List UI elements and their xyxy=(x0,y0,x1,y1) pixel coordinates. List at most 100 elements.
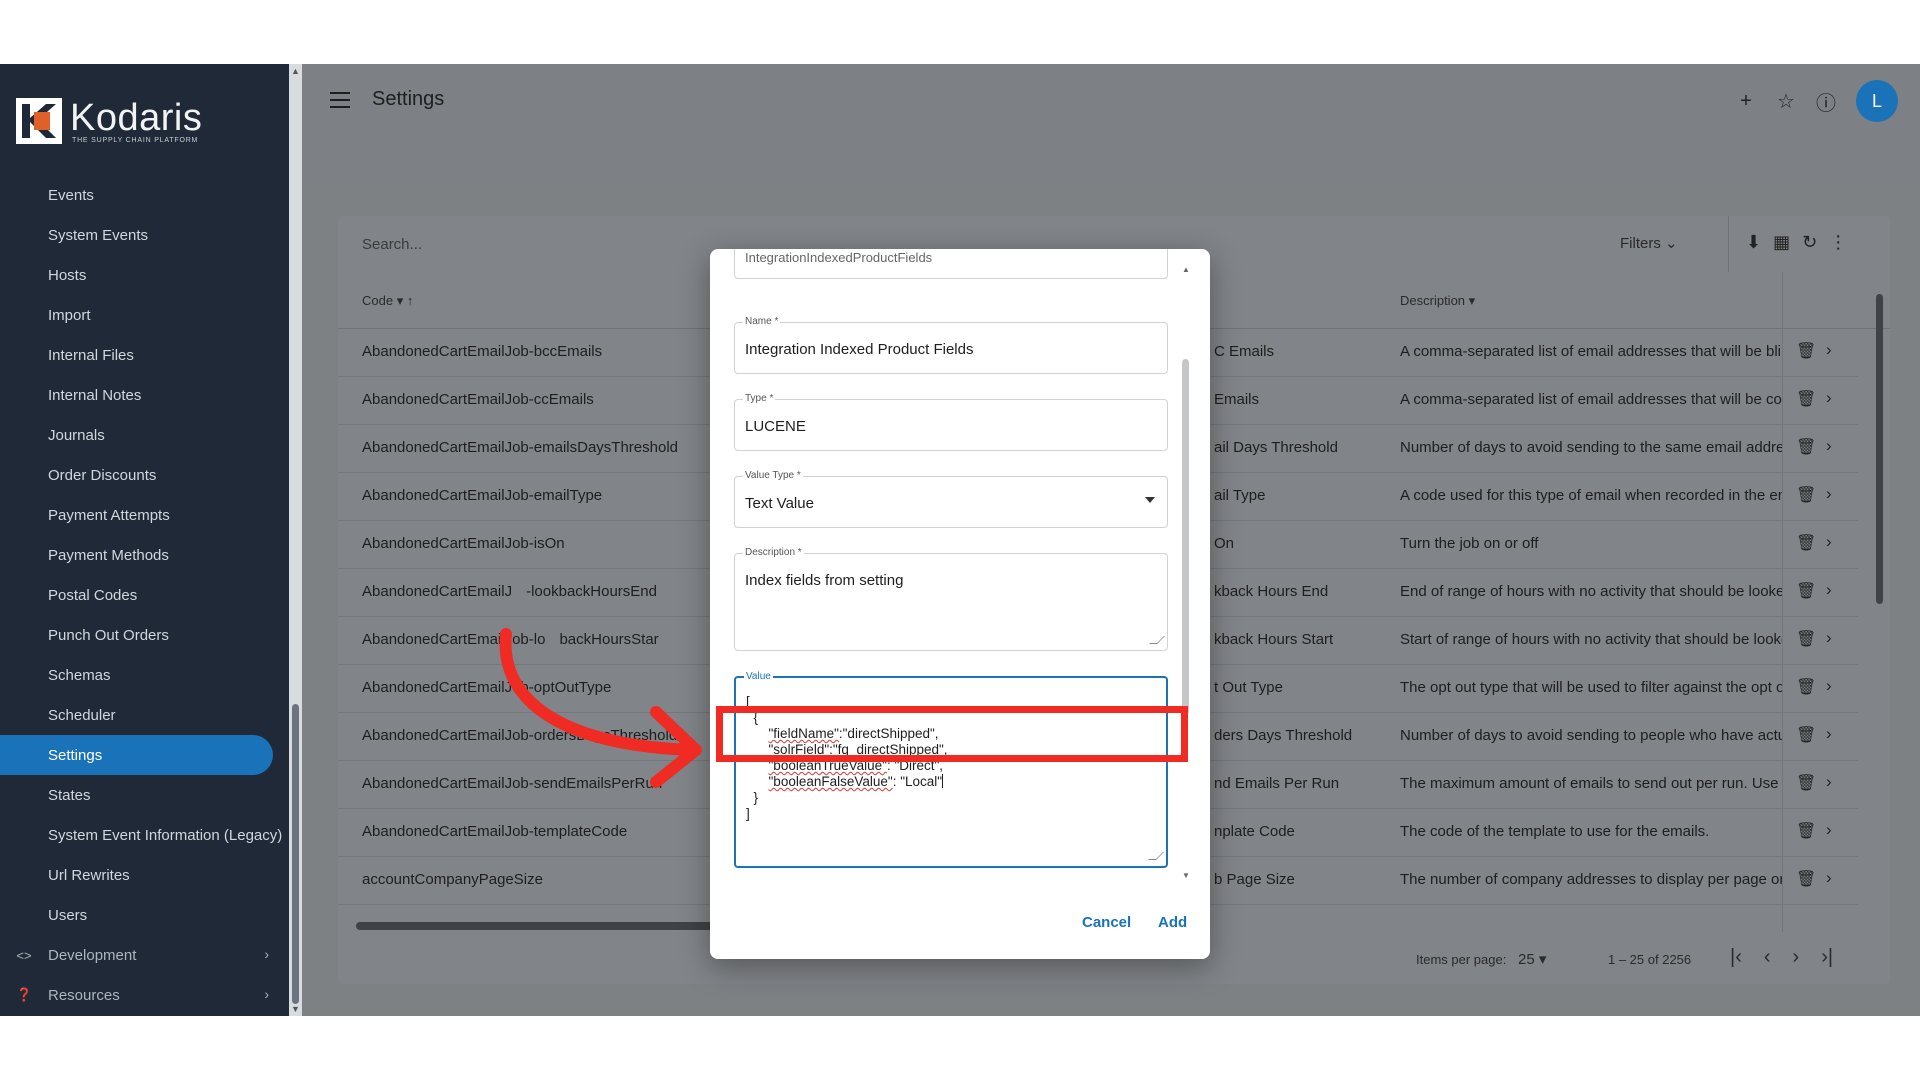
dialog-scrollbar-thumb[interactable] xyxy=(1182,359,1189,715)
code-field[interactable]: IntegrationIndexedProductFields xyxy=(734,249,1168,279)
delete-icon[interactable]: 🗑 xyxy=(1796,341,1816,361)
columns-icon[interactable]: ▦ xyxy=(1773,232,1790,253)
logo[interactable]: Kodaris THE SUPPLY CHAIN PLATFORM xyxy=(16,98,202,144)
sidebar-item-states[interactable]: States xyxy=(0,775,289,815)
sidebar-item-payment-attempts[interactable]: Payment Attempts xyxy=(0,495,289,535)
column-header-code[interactable]: Code ▾ ↑ xyxy=(362,293,413,309)
star-icon[interactable]: ☆ xyxy=(1776,89,1796,114)
scroll-up-icon[interactable]: ▲ xyxy=(291,66,300,76)
chevron-down-icon: ⌄ xyxy=(1665,235,1678,252)
search-input[interactable]: Search... xyxy=(362,236,422,253)
prev-page-icon[interactable]: ‹ xyxy=(1764,946,1771,969)
sidebar-scrollbar-thumb[interactable] xyxy=(292,704,299,1004)
sidebar-item-system-event-information[interactable]: System Event Information (Legacy) xyxy=(0,815,289,855)
delete-icon[interactable]: 🗑 xyxy=(1796,485,1816,505)
vertical-scrollbar-thumb[interactable] xyxy=(1876,294,1883,604)
name-field[interactable]: Name * Integration Indexed Product Field… xyxy=(734,316,1168,374)
table-vertical-scrollbar[interactable] xyxy=(1874,280,1884,920)
cell-code: AbandonedCartEmailJob-bccEmails xyxy=(362,343,603,360)
items-per-page-select[interactable]: 25 ▾ xyxy=(1518,950,1546,968)
delete-icon[interactable]: 🗑 xyxy=(1796,629,1816,649)
download-icon[interactable]: ⬇ xyxy=(1746,232,1761,253)
sidebar-item-import[interactable]: Import xyxy=(0,295,289,335)
chevron-right-icon[interactable]: › xyxy=(1826,532,1832,552)
cell-name: Emails xyxy=(1214,391,1260,408)
delete-icon[interactable]: 🗑 xyxy=(1796,677,1816,697)
chevron-right-icon[interactable]: › xyxy=(1826,436,1832,456)
delete-icon[interactable]: 🗑 xyxy=(1796,773,1816,793)
sidebar-item-payment-methods[interactable]: Payment Methods xyxy=(0,535,289,575)
sort-asc-icon[interactable]: ↑ xyxy=(407,293,414,308)
chevron-right-icon[interactable]: › xyxy=(1826,484,1832,504)
chevron-right-icon[interactable]: › xyxy=(1826,772,1832,792)
scroll-up-icon[interactable]: ▲ xyxy=(1182,265,1190,274)
more-vert-icon[interactable]: ⋮ xyxy=(1829,232,1847,253)
column-header-description[interactable]: Description ▾ xyxy=(1400,293,1475,309)
scroll-down-icon[interactable]: ▼ xyxy=(291,1004,300,1014)
sidebar-item-internal-notes[interactable]: Internal Notes xyxy=(0,375,289,415)
cell-description: Start of range of hours with no activity… xyxy=(1400,631,1782,648)
cell-name: ail Type xyxy=(1214,487,1266,504)
first-page-icon[interactable]: |‹ xyxy=(1730,946,1742,969)
refresh-icon[interactable]: ↻ xyxy=(1802,232,1817,253)
sidebar-item-schemas[interactable]: Schemas xyxy=(0,655,289,695)
avatar[interactable]: L xyxy=(1856,80,1898,122)
sidebar: Kodaris THE SUPPLY CHAIN PLATFORM Events… xyxy=(0,64,289,1016)
scroll-down-icon[interactable]: ▼ xyxy=(1182,871,1190,880)
delete-icon[interactable]: 🗑 xyxy=(1796,821,1816,841)
sidebar-item-url-rewrites[interactable]: Url Rewrites xyxy=(0,855,289,895)
sidebar-scrollbar[interactable]: ▲ ▼ xyxy=(289,64,302,1016)
resize-handle-icon[interactable] xyxy=(1148,852,1164,860)
chevron-right-icon[interactable]: › xyxy=(1826,724,1832,744)
sidebar-item-users[interactable]: Users xyxy=(0,895,289,935)
filters-button[interactable]: Filters ⌄ xyxy=(1620,234,1678,252)
add-button[interactable]: Add xyxy=(1158,914,1187,931)
sidebar-item-punch-out-orders[interactable]: Punch Out Orders xyxy=(0,615,289,655)
delete-icon[interactable]: 🗑 xyxy=(1796,389,1816,409)
plus-icon[interactable]: + xyxy=(1736,90,1756,113)
last-page-icon[interactable]: ›| xyxy=(1821,946,1833,969)
sidebar-item-postal-codes[interactable]: Postal Codes xyxy=(0,575,289,615)
chevron-right-icon[interactable]: › xyxy=(1826,868,1832,888)
sidebar-item-events[interactable]: Events xyxy=(0,175,289,215)
resize-handle-icon[interactable] xyxy=(1149,636,1165,644)
sidebar-item-internal-files[interactable]: Internal Files xyxy=(0,335,289,375)
chevron-right-icon[interactable]: › xyxy=(1826,628,1832,648)
sidebar-item-hosts[interactable]: Hosts xyxy=(0,255,289,295)
sidebar-item-scheduler[interactable]: Scheduler xyxy=(0,695,289,735)
sidebar-group-resources[interactable]: ❓ Resources › xyxy=(0,975,289,1015)
chevron-right-icon[interactable]: › xyxy=(1826,340,1832,360)
chevron-right-icon[interactable]: › xyxy=(1826,820,1832,840)
chevron-right-icon[interactable]: › xyxy=(1826,676,1832,696)
delete-icon[interactable]: 🗑 xyxy=(1796,725,1816,745)
delete-icon[interactable]: 🗑 xyxy=(1796,437,1816,457)
value-textarea[interactable]: Value [ { "fieldName":"directShipped", "… xyxy=(734,671,1168,868)
delete-icon[interactable]: 🗑 xyxy=(1796,581,1816,601)
chevron-right-icon[interactable]: › xyxy=(1826,580,1832,600)
value-type-select[interactable]: Value Type * Text Value xyxy=(734,470,1168,528)
cell-name: C Emails xyxy=(1214,343,1275,360)
items-per-page-label: Items per page: xyxy=(1416,952,1507,967)
next-page-icon[interactable]: › xyxy=(1793,946,1800,969)
code-field-value: IntegrationIndexedProductFields xyxy=(745,250,933,265)
sort-menu-icon[interactable]: ▾ xyxy=(1469,293,1476,308)
name-field-label: Name * xyxy=(743,316,781,327)
delete-icon[interactable]: 🗑 xyxy=(1796,533,1816,553)
sidebar-item-settings[interactable]: Settings xyxy=(0,735,273,775)
sort-menu-icon[interactable]: ▾ xyxy=(397,293,407,308)
menu-icon[interactable] xyxy=(330,92,350,108)
cancel-button[interactable]: Cancel xyxy=(1082,914,1131,931)
sidebar-item-order-discounts[interactable]: Order Discounts xyxy=(0,455,289,495)
dropdown-arrow-icon xyxy=(1145,497,1155,503)
sidebar-item-journals[interactable]: Journals xyxy=(0,415,289,455)
description-textarea[interactable]: Description * Index fields from setting xyxy=(734,547,1168,651)
sidebar-group-development[interactable]: <> Development › xyxy=(0,935,289,975)
dialog-scrollbar[interactable]: ▲ ▼ xyxy=(1182,265,1190,880)
value-label: Value xyxy=(744,671,773,682)
help-icon[interactable]: ⓘ xyxy=(1816,87,1836,116)
toolbar-divider xyxy=(1728,216,1729,272)
sidebar-item-system-events[interactable]: System Events xyxy=(0,215,289,255)
type-field[interactable]: Type * LUCENE xyxy=(734,393,1168,451)
chevron-right-icon[interactable]: › xyxy=(1826,388,1832,408)
delete-icon[interactable]: 🗑 xyxy=(1796,869,1816,889)
